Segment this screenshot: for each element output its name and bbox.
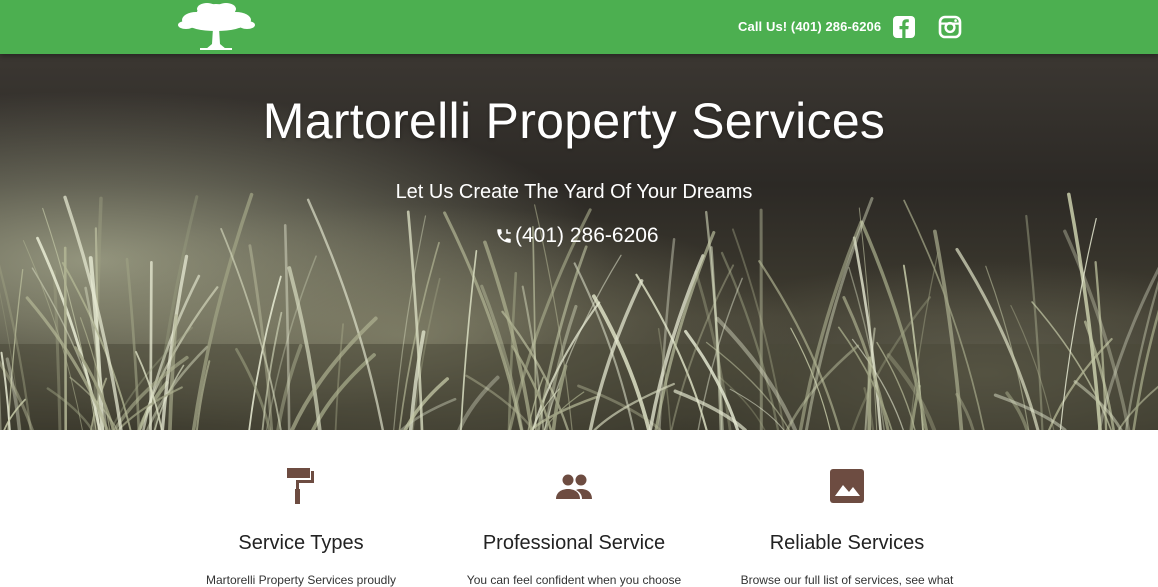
tree-logo-icon[interactable]	[174, 0, 258, 52]
people-icon	[556, 474, 592, 499]
hero-subtitle: Let Us Create The Yard Of Your Dreams	[395, 181, 753, 203]
phone-icon	[497, 229, 511, 243]
header-bar: Call Us! (401) 286-6206	[0, 0, 1158, 54]
feature-description: Martorelli Property Services proudly	[205, 573, 397, 587]
feature-description: Browse our full list of services, see wh…	[740, 573, 954, 587]
call-us-text[interactable]: Call Us! (401) 286-6206	[738, 19, 881, 34]
paint-roller-icon	[287, 468, 314, 504]
feature-title: Service Types	[238, 532, 364, 554]
hero-title: Martorelli Property Services	[262, 93, 886, 149]
facebook-icon[interactable]	[892, 15, 916, 39]
feature-reliable-services: Reliable Services Browse our full list o…	[727, 466, 967, 587]
hero-banner: Martorelli Property Services Let Us Crea…	[0, 54, 1158, 430]
grass-blade	[63, 246, 67, 430]
feature-professional-service: Professional Service You can feel confid…	[454, 466, 694, 587]
instagram-icon[interactable]	[938, 15, 962, 39]
feature-description: You can feel confident when you choose	[466, 573, 682, 587]
feature-service-types: Service Types Martorelli Property Servic…	[181, 466, 421, 587]
hero-phone-number: (401) 286-6206	[515, 224, 659, 247]
hero-phone-link[interactable]: (401) 286-6206	[495, 223, 659, 249]
feature-title: Reliable Services	[769, 532, 925, 554]
image-icon	[830, 469, 864, 503]
feature-title: Professional Service	[482, 532, 666, 554]
